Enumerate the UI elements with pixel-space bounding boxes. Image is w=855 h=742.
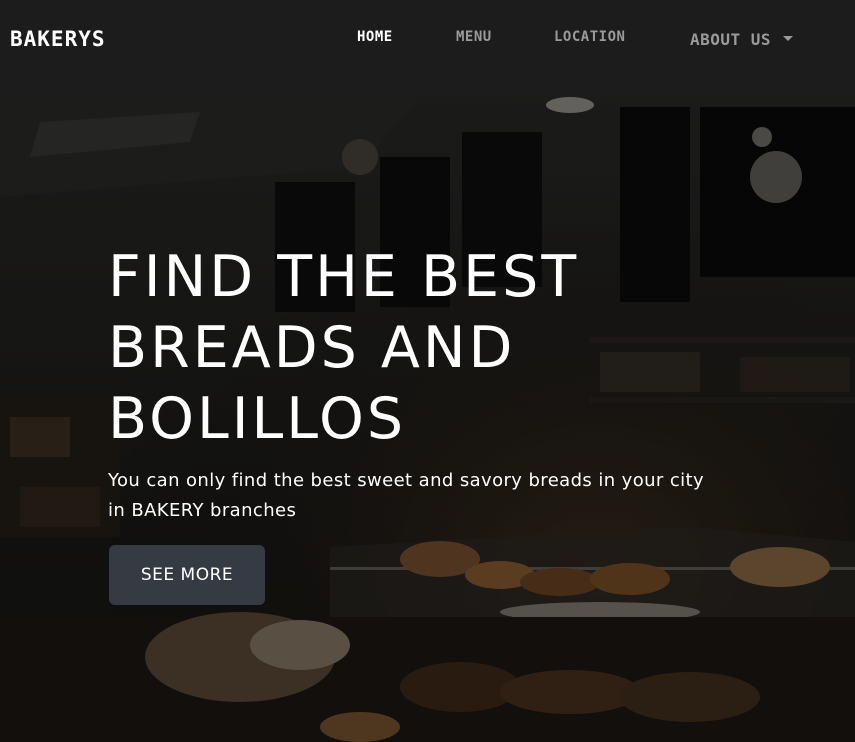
hero-title-line-2: BREADS AND <box>108 315 516 381</box>
hero-title-line-1: FIND THE BEST <box>108 244 580 310</box>
hero-title-line-3: BOLILLOS <box>108 386 407 452</box>
hero-subtitle: You can only find the best sweet and sav… <box>108 466 768 526</box>
hero-subtitle-line-2: in BAKERY branches <box>108 500 297 521</box>
nav-location[interactable]: LOCATION <box>554 29 625 45</box>
see-more-button[interactable]: SEE MORE <box>109 545 265 605</box>
caret-down-icon <box>783 36 794 41</box>
nav-about-label: ABOUT US <box>690 30 772 49</box>
nav-about-us[interactable]: ABOUT US <box>690 30 794 49</box>
nav-home[interactable]: HOME <box>357 29 393 45</box>
nav-menu[interactable]: MENU <box>456 29 492 45</box>
brand-logo[interactable]: BAKERYS <box>10 27 106 51</box>
hero-title: FIND THE BEST BREADS AND BOLILLOS <box>108 242 668 455</box>
hero-section: FIND THE BEST BREADS AND BOLILLOS You ca… <box>0 97 855 742</box>
hero-subtitle-line-1: You can only find the best sweet and sav… <box>108 470 705 491</box>
navbar: BAKERYS HOME MENU LOCATION ABOUT US <box>0 0 855 97</box>
